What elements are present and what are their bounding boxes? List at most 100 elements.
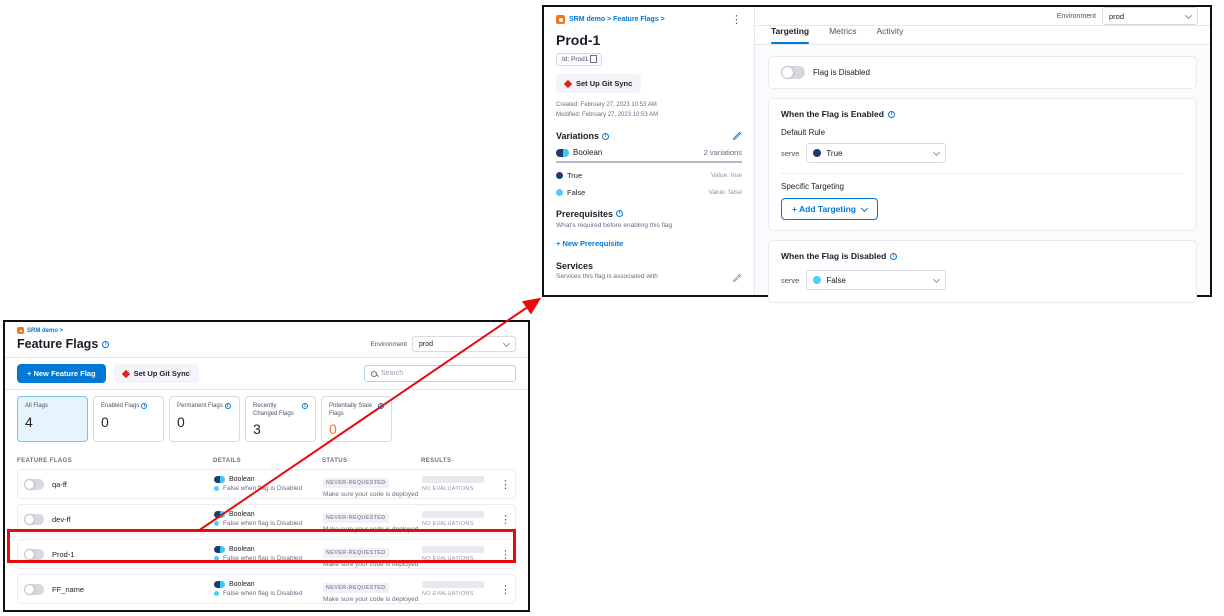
edit-variations-icon[interactable] (732, 131, 742, 141)
more-options-icon[interactable] (731, 15, 742, 25)
variation-false-value: Value: false (709, 189, 742, 196)
flag-id-pill[interactable]: Id: Prod1 (556, 53, 602, 66)
environment-select[interactable]: prod (1102, 7, 1198, 25)
flag-detail-sidebar: SRM demo > Feature Flags > Prod-1 Id: Pr… (544, 7, 755, 295)
default-rule-serve-select[interactable]: True (806, 143, 946, 163)
flag-default-rule: False when flag is Disabled (223, 590, 302, 597)
setup-git-sync-button[interactable]: Set Up Git Sync (114, 364, 199, 383)
environment-label: Environment (1057, 13, 1096, 20)
flag-state-card: Flag is Disabled (768, 56, 1197, 89)
flag-default-rule: False when flag is Disabled (223, 485, 302, 492)
tab-activity[interactable]: Activity (876, 26, 903, 44)
tab-metrics[interactable]: Metrics (829, 26, 856, 44)
info-icon[interactable] (102, 341, 109, 348)
card-label: All Flags (25, 403, 48, 411)
results-text: NO EVALUATIONS (422, 521, 499, 527)
detail-tabs: Targeting Metrics Activity (755, 26, 1210, 45)
breadcrumb[interactable]: SRM demo > (17, 327, 516, 334)
serve-label: serve (781, 276, 799, 285)
flag-detail-window: SRM demo > Feature Flags > Prod-1 Id: Pr… (542, 5, 1212, 297)
row-menu-icon[interactable] (500, 584, 511, 596)
new-feature-flag-button[interactable]: + New Feature Flag (17, 364, 106, 383)
table-row-prod-1[interactable]: Prod-1 Boolean False when flag is Disabl… (17, 539, 516, 569)
prerequisites-heading: Prerequisites (556, 209, 613, 219)
boolean-type-icon (214, 581, 225, 588)
disabled-heading: When the Flag is Disabled (781, 251, 886, 261)
created-timestamp: Created: February 27, 2023 10:53 AM (556, 101, 742, 111)
info-icon[interactable] (378, 403, 384, 409)
table-row[interactable]: qa-ff Boolean False when flag is Disable… (17, 469, 516, 499)
breadcrumb[interactable]: SRM demo > Feature Flags > (556, 15, 665, 24)
modified-timestamp: Modified: February 27, 2023 10:53 AM (556, 111, 742, 121)
variation-distribution-bar (556, 161, 742, 163)
row-menu-icon[interactable] (500, 479, 511, 491)
flag-type: Boolean (229, 546, 255, 553)
results-skeleton-bar (422, 581, 484, 588)
flag-name[interactable]: FF_name (52, 585, 84, 594)
flag-name[interactable]: dev-ff (52, 515, 71, 524)
prerequisites-description: What's required before enabling this fla… (556, 222, 742, 229)
flag-toggle[interactable] (24, 479, 44, 490)
status-text: Make sure your code is deployed (323, 561, 422, 568)
summary-card-all-flags[interactable]: All Flags 4 (17, 396, 88, 442)
info-icon[interactable] (302, 403, 308, 409)
info-icon[interactable] (602, 133, 609, 140)
flag-title: Prod-1 (556, 32, 742, 48)
search-input[interactable] (381, 370, 509, 377)
true-variation-dot (813, 149, 821, 157)
row-menu-icon[interactable] (500, 514, 511, 526)
new-prerequisite-link[interactable]: + New Prerequisite (556, 239, 623, 248)
copy-icon[interactable] (591, 57, 596, 63)
flag-enabled-toggle[interactable] (781, 66, 805, 79)
table-row[interactable]: dev-ff Boolean False when flag is Disabl… (17, 504, 516, 534)
disabled-rules-card: When the Flag is Disabled serve False (768, 240, 1197, 303)
default-rule-serve-value: True (826, 149, 842, 158)
edit-services-icon[interactable] (732, 273, 742, 283)
info-icon[interactable] (888, 111, 895, 118)
false-variation-dot (214, 486, 219, 491)
status-text: Make sure your code is deployed (323, 491, 422, 498)
flag-toggle[interactable] (24, 584, 44, 595)
boolean-type-icon (214, 511, 225, 518)
variation-type-label: Boolean (573, 148, 602, 157)
row-menu-icon[interactable] (500, 549, 511, 561)
summary-card-permanent-flags[interactable]: Permanent Flags 0 (169, 396, 240, 442)
flag-default-rule: False when flag is Disabled (223, 520, 302, 527)
feature-flags-window: SRM demo > Feature Flags Environment pro… (3, 320, 530, 612)
boolean-type-icon (556, 149, 569, 157)
results-skeleton-bar (422, 511, 484, 518)
card-value: 0 (101, 414, 156, 430)
table-row[interactable]: FF_name Boolean False when flag is Disab… (17, 574, 516, 604)
flag-toggle[interactable] (24, 514, 44, 525)
flag-id-text: Id: Prod1 (562, 56, 588, 63)
flag-name[interactable]: Prod-1 (52, 550, 75, 559)
status-text: Make sure your code is deployed (323, 526, 422, 533)
boolean-type-icon (214, 476, 225, 483)
breadcrumb-text[interactable]: SRM demo > (27, 328, 63, 334)
chevron-down-icon (503, 339, 510, 346)
tab-targeting[interactable]: Targeting (771, 26, 809, 44)
flag-name[interactable]: qa-ff (52, 480, 67, 489)
breadcrumb-text[interactable]: SRM demo > Feature Flags > (569, 16, 665, 23)
services-description: Services this flag is associated with (556, 273, 658, 280)
info-icon[interactable] (225, 403, 231, 409)
info-icon[interactable] (616, 210, 623, 217)
summary-card-enabled-flags[interactable]: Enabled Flags 0 (93, 396, 164, 442)
info-icon[interactable] (141, 403, 147, 409)
status-text: Make sure your code is deployed (323, 596, 422, 603)
disabled-serve-value: False (826, 276, 846, 285)
disabled-serve-select[interactable]: False (806, 270, 946, 290)
summary-card-recently-changed-flags[interactable]: Recently Changed Flags 3 (245, 396, 316, 442)
environment-select[interactable]: prod (412, 336, 516, 352)
search-box[interactable] (364, 365, 516, 382)
summary-card-potentially-stale-flags[interactable]: Potentially Stale Flags 0 (321, 396, 392, 442)
false-variation-dot (813, 276, 821, 284)
info-icon[interactable] (890, 253, 897, 260)
setup-git-sync-button[interactable]: Set Up Git Sync (556, 74, 641, 93)
flag-type: Boolean (229, 511, 255, 518)
variation-item-false: False Value: false (556, 188, 742, 197)
add-targeting-button[interactable]: + Add Targeting (781, 198, 878, 220)
chevron-down-icon (861, 204, 868, 211)
flag-toggle[interactable] (24, 549, 44, 560)
environment-value: prod (419, 341, 433, 348)
